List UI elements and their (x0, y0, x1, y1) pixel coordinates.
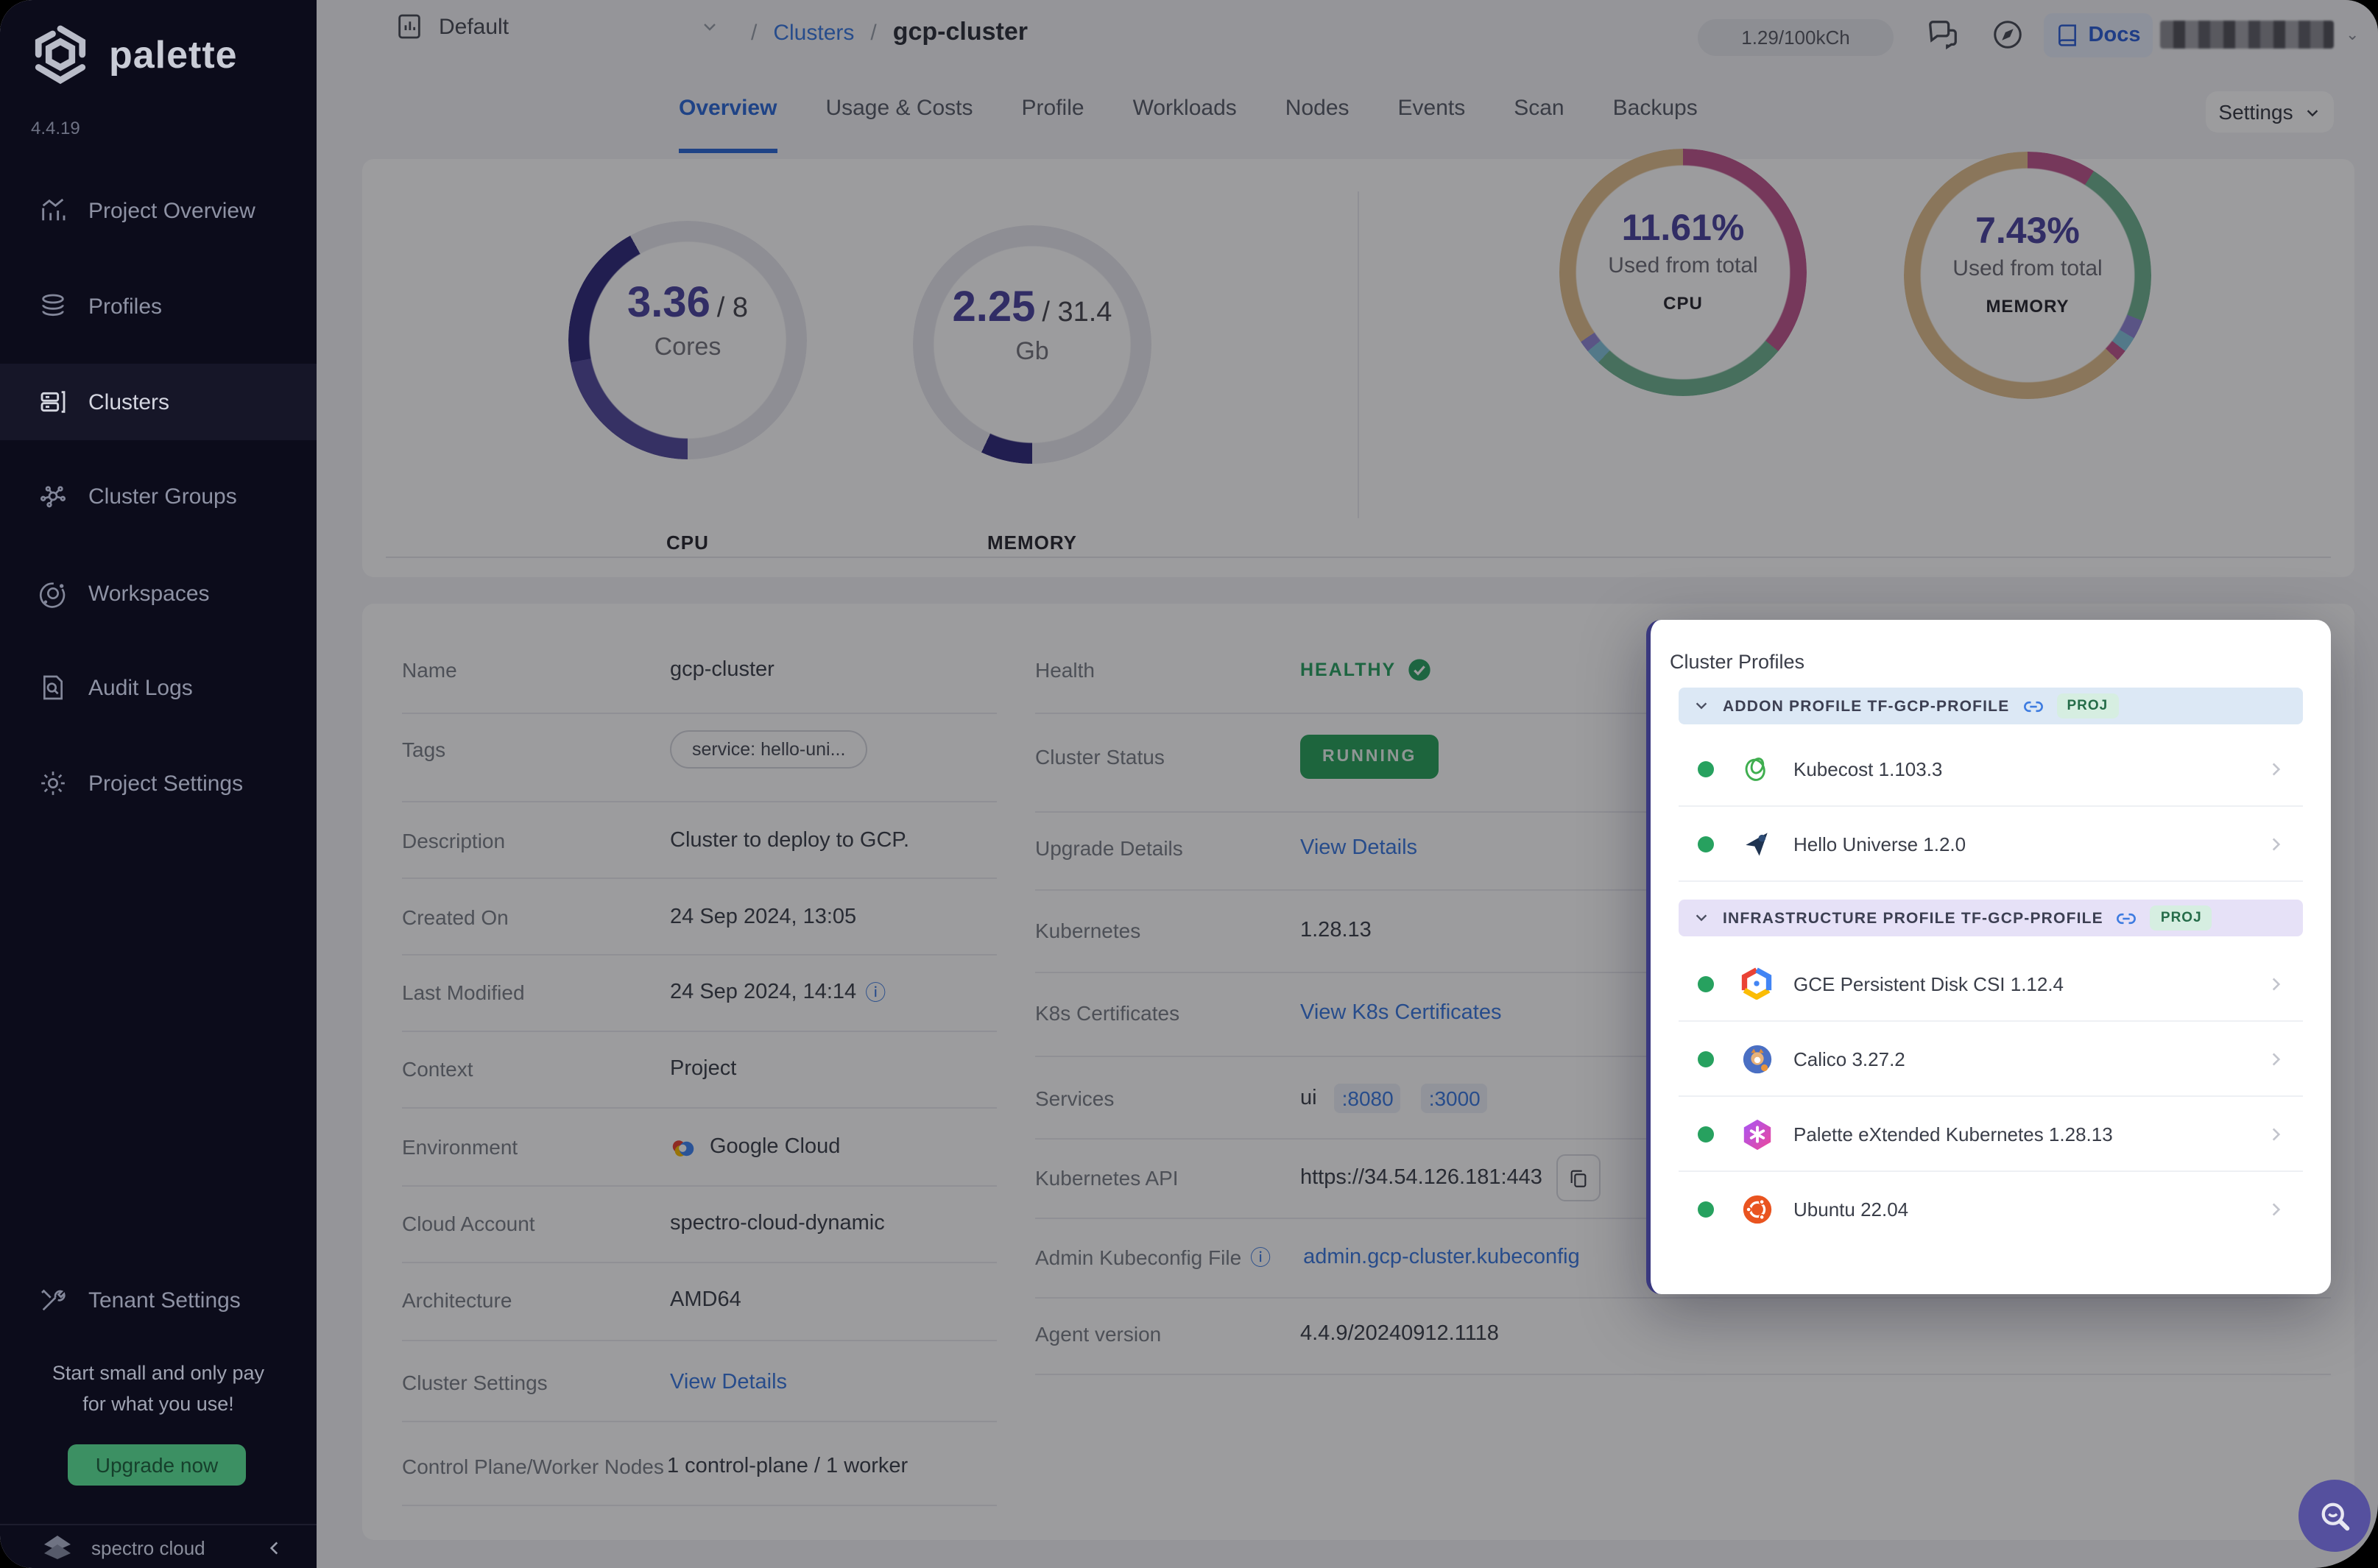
palette-app-window: Default / Clusters / gcp-cluster 1.29/10… (0, 0, 2378, 1568)
status-dot (1698, 1050, 1714, 1067)
scope-badge: PROJ (2150, 905, 2212, 930)
sidebar: palette 4.4.19 Project Overview Profiles… (0, 0, 317, 1568)
status-dot (1698, 836, 1714, 852)
pack-name: Hello Universe 1.2.0 (1793, 833, 1966, 855)
sidebar-item-label: Project Overview (88, 198, 255, 223)
kubecost-icon (1745, 757, 1765, 781)
pack-name: GCE Persistent Disk CSI 1.12.4 (1793, 972, 2064, 995)
bar-chart-icon (42, 198, 66, 221)
cluster-profiles-panel: Cluster Profiles ADDON PROFILE TF-GCP-PR… (1646, 620, 2331, 1294)
status-dot (1698, 760, 1714, 777)
promo-line-1: Start small and only pay (52, 1362, 265, 1384)
audit-log-icon (43, 675, 63, 700)
profile-section-name: ADDON PROFILE TF-GCP-PROFILE (1723, 697, 2010, 715)
sidebar-item-tenant-settings[interactable]: Tenant Settings (0, 1262, 317, 1338)
chevron-right-icon (2272, 1052, 2281, 1065)
layers-icon (42, 294, 64, 317)
app-version: 4.4.19 (31, 118, 80, 138)
link-icon (2117, 912, 2137, 924)
scope-badge: PROJ (2056, 693, 2119, 718)
chevron-right-icon (2272, 837, 2281, 850)
profile-section-infrastructure[interactable]: INFRASTRUCTURE PROFILE TF-GCP-PROFILE PR… (1679, 900, 2303, 936)
spectro-cloud-wordmark: spectro cloud (91, 1536, 205, 1558)
profile-section-addon[interactable]: ADDON PROFILE TF-GCP-PROFILE PROJ (1679, 688, 2303, 724)
sidebar-footer: spectro cloud (0, 1524, 317, 1568)
pack-name: Kubecost 1.103.3 (1793, 757, 1943, 780)
profile-pack-calico[interactable]: Calico 3.27.2 (1679, 1022, 2303, 1097)
collapse-sidebar-icon[interactable] (265, 1538, 284, 1557)
sidebar-item-audit-logs[interactable]: Audit Logs (0, 649, 317, 726)
sidebar-item-workspaces[interactable]: Workspaces (0, 555, 317, 632)
chevron-down-icon (1696, 914, 1707, 922)
sidebar-item-project-overview[interactable]: Project Overview (0, 172, 317, 249)
brand-name: palette (109, 32, 238, 76)
chevron-right-icon (2272, 762, 2281, 775)
sidebar-item-label: Audit Logs (88, 675, 193, 700)
status-dot (1698, 1201, 1714, 1217)
ubuntu-icon (1742, 1194, 1771, 1223)
promo-line-2: for what you use! (82, 1393, 234, 1415)
chevron-right-icon (2272, 977, 2281, 990)
network-icon (40, 486, 66, 508)
profile-pack-palette-extended-k8s[interactable]: Palette eXtended Kubernetes 1.28.13 (1679, 1097, 2303, 1172)
gce-persistent-disk-icon (1741, 967, 1772, 1000)
profile-section-name: INFRASTRUCTURE PROFILE TF-GCP-PROFILE (1723, 909, 2103, 927)
spectro-cloud-logo-icon (44, 1536, 71, 1559)
palette-extended-kubernetes-icon (1743, 1118, 1771, 1150)
sidebar-item-project-settings[interactable]: Project Settings (0, 745, 317, 822)
chevron-right-icon (2272, 1202, 2281, 1215)
calico-icon (1742, 1044, 1771, 1073)
sidebar-item-label: Cluster Groups (88, 484, 237, 509)
upgrade-now-button[interactable]: Upgrade now (68, 1444, 246, 1486)
sidebar-item-label: Project Settings (88, 771, 244, 796)
profile-pack-gce-csi[interactable]: GCE Persistent Disk CSI 1.12.4 (1679, 947, 2303, 1022)
status-dot (1698, 1126, 1714, 1142)
panel-title: Cluster Profiles (1670, 651, 1805, 673)
profile-pack-kubecost[interactable]: Kubecost 1.103.3 (1679, 732, 2303, 807)
chevron-down-icon (1696, 702, 1707, 710)
hello-universe-icon (1746, 833, 1768, 856)
sidebar-item-label: Clusters (88, 389, 170, 414)
status-dot (1698, 975, 1714, 992)
orbit-icon (39, 582, 66, 608)
sidebar-item-profiles[interactable]: Profiles (0, 268, 317, 345)
palette-logo-icon (35, 25, 86, 85)
sidebar-item-label: Tenant Settings (88, 1288, 241, 1313)
tools-icon (41, 1289, 66, 1311)
profile-pack-ubuntu[interactable]: Ubuntu 22.04 (1679, 1172, 2303, 1246)
sidebar-item-clusters[interactable]: Clusters (0, 364, 317, 440)
profile-pack-hello-universe[interactable]: Hello Universe 1.2.0 (1679, 807, 2303, 882)
pack-name: Palette eXtended Kubernetes 1.28.13 (1793, 1123, 2113, 1145)
brand: palette (29, 24, 238, 85)
sidebar-item-label: Profiles (88, 294, 163, 319)
screen: Default / Clusters / gcp-cluster 1.29/10… (0, 0, 2378, 1568)
chevron-right-icon (2272, 1127, 2281, 1140)
link-icon (2023, 700, 2043, 712)
sidebar-item-label: Workspaces (88, 581, 210, 606)
magnifier-smile-icon (2321, 1502, 2349, 1530)
pack-name: Calico 3.27.2 (1793, 1048, 1905, 1070)
gear-icon (41, 771, 65, 795)
cluster-icon (40, 391, 66, 413)
sidebar-item-cluster-groups[interactable]: Cluster Groups (0, 458, 317, 534)
pack-name: Ubuntu 22.04 (1793, 1198, 1909, 1220)
search-feedback-fab[interactable] (2298, 1480, 2371, 1552)
upgrade-promo-text: Start small and only pay for what you us… (0, 1357, 317, 1419)
